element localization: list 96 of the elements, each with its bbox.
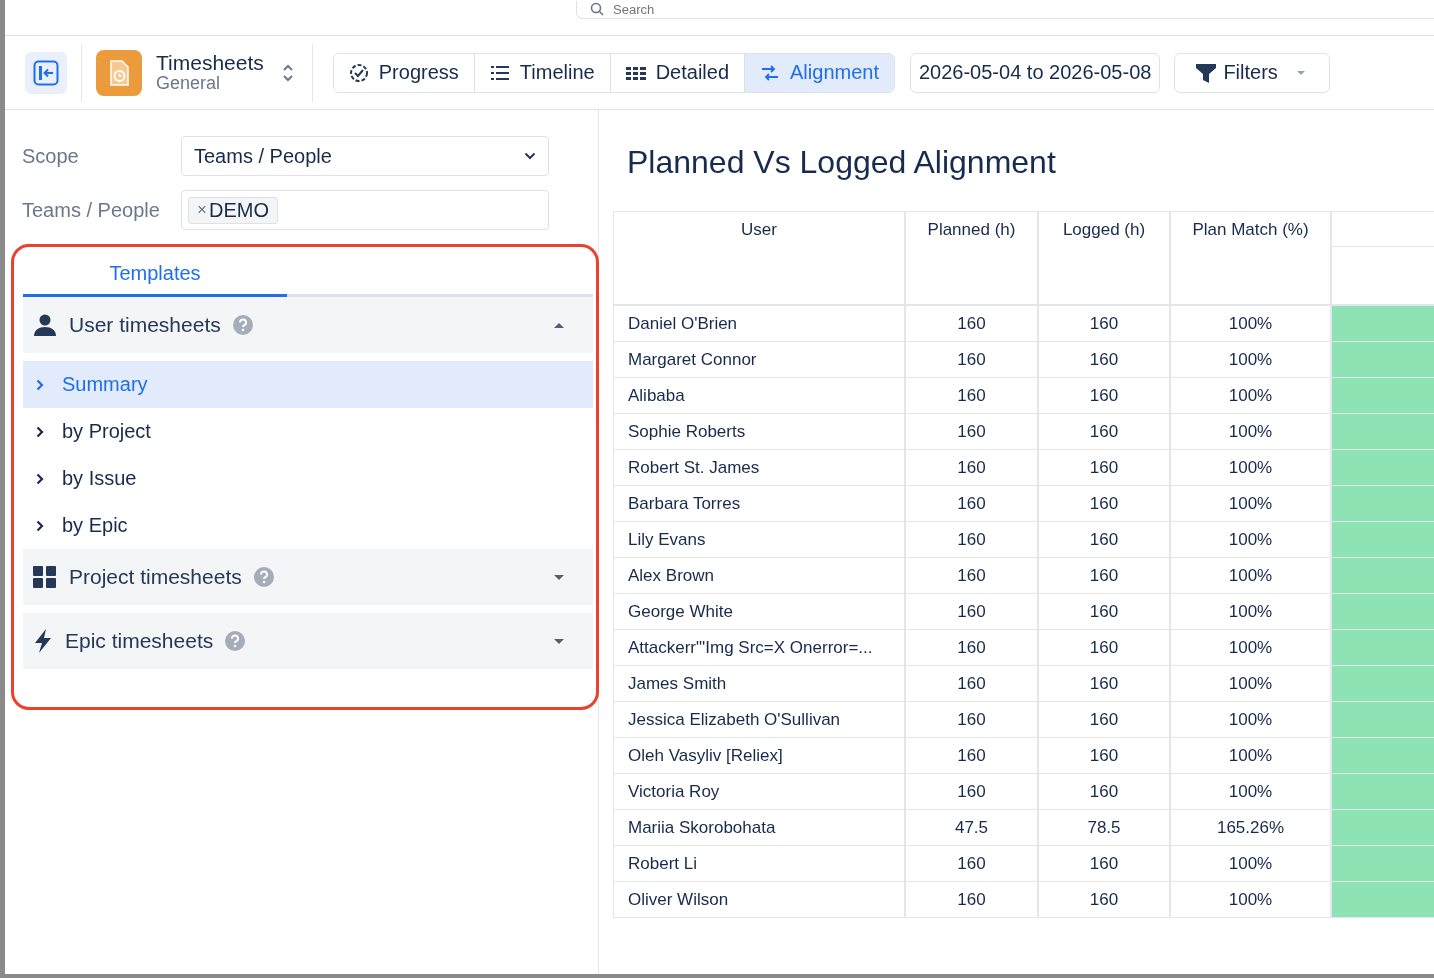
- people-field[interactable]: ×DEMO: [181, 190, 549, 230]
- table-cell: 160: [1039, 666, 1171, 701]
- table-cell: Attackerr"'Img Src=X Onerror=...: [614, 630, 906, 665]
- table-cell: 160: [1039, 738, 1171, 773]
- table-cell: 160: [906, 306, 1039, 341]
- swap-arrows-icon: [760, 62, 781, 83]
- table-cell: Alex Brown: [614, 558, 906, 593]
- table-cell: 160: [906, 558, 1039, 593]
- template-item[interactable]: by Issue: [23, 455, 593, 502]
- chevron-down-icon: [524, 152, 536, 160]
- table-cell: 160: [1039, 558, 1171, 593]
- column-header: Planned (h): [906, 212, 1039, 304]
- table-cell: Robert St. James: [614, 450, 906, 485]
- table-cell: 160: [906, 378, 1039, 413]
- filters-button[interactable]: Filters: [1174, 52, 1331, 93]
- chevron-right-icon: [36, 378, 44, 391]
- caret-up-icon: [553, 321, 565, 329]
- person-icon: [33, 313, 57, 337]
- progress-check-icon: [348, 62, 369, 83]
- date-range-button[interactable]: 2026-05-04 to 2026-05-08: [909, 52, 1161, 93]
- table-cell: Oliver Wilson: [614, 882, 906, 917]
- table-cell: 160: [906, 414, 1039, 449]
- table-cell: 47.5: [906, 810, 1039, 845]
- table-cell: Robert Li: [614, 846, 906, 881]
- table-cell: 160: [1039, 522, 1171, 557]
- table-cell: Victoria Roy: [614, 774, 906, 809]
- table-cell: 160: [1039, 702, 1171, 737]
- template-item[interactable]: by Project: [23, 408, 593, 455]
- template-item[interactable]: by Epic: [23, 502, 593, 549]
- table-cell: 160: [1039, 882, 1171, 917]
- table-cell: George White: [614, 594, 906, 629]
- table-cell: Alibaba: [614, 378, 906, 413]
- table-cell: Jessica Elizabeth O'Sullivan: [614, 702, 906, 737]
- table-cell: 160: [906, 774, 1039, 809]
- grid-icon: [33, 565, 57, 589]
- table-cell: 160: [906, 846, 1039, 881]
- caret-down-icon: [553, 637, 565, 645]
- caret-down-icon: [553, 573, 565, 581]
- search-field[interactable]: Search: [576, 1, 1434, 19]
- table-cell: Lily Evans: [614, 522, 906, 557]
- table-cell: 160: [1039, 342, 1171, 377]
- app-subtitle: General: [156, 74, 222, 94]
- timesheet-app-icon: [96, 49, 142, 96]
- table-cell: James Smith: [614, 666, 906, 701]
- table-cell: Daniel O'Brien: [614, 306, 906, 341]
- table-cell: 160: [1039, 486, 1171, 521]
- view-tab[interactable]: Progress: [333, 53, 475, 92]
- table-cell: Mariia Skorobohata: [614, 810, 906, 845]
- field-label: Scope: [22, 144, 80, 168]
- accordion-header[interactable]: User timesheets: [23, 297, 593, 353]
- table-cell: 160: [906, 486, 1039, 521]
- table-cell: 160: [906, 630, 1039, 665]
- table-cell: 160: [906, 666, 1039, 701]
- help-icon: [225, 631, 246, 651]
- accordion-header[interactable]: Project timesheets: [23, 549, 593, 605]
- app-title: Timesheets: [156, 51, 264, 75]
- table-cell: 160: [1039, 414, 1171, 449]
- accordion-header[interactable]: Epic timesheets: [23, 613, 593, 669]
- table-cell: Sophie Roberts: [614, 414, 906, 449]
- table-cell: 160: [906, 738, 1039, 773]
- table-cell: 160: [1039, 378, 1171, 413]
- scope-select[interactable]: Teams / People: [181, 136, 549, 176]
- table-cell: 160: [906, 522, 1039, 557]
- table-cell: 160: [1039, 846, 1171, 881]
- table-cell: 160: [906, 702, 1039, 737]
- view-tab[interactable]: Alignment: [745, 53, 894, 92]
- report-title: Planned Vs Logged Alignment: [627, 144, 1057, 181]
- chevron-right-icon: [36, 472, 44, 485]
- field-label: Teams / People: [22, 198, 161, 222]
- column-header: Logged (h): [1039, 212, 1171, 304]
- table-cell: 160: [1039, 306, 1171, 341]
- table-cell: 78.5: [1039, 810, 1171, 845]
- chevron-right-icon: [36, 519, 44, 532]
- table-cell: 160: [1039, 774, 1171, 809]
- table-cell: 160: [906, 450, 1039, 485]
- collapse-sidebar-button[interactable]: [25, 51, 67, 94]
- column-header: User: [614, 212, 906, 304]
- table-cell: 160: [1039, 630, 1171, 665]
- table-cell: 160: [906, 342, 1039, 377]
- help-icon: [253, 567, 274, 587]
- table-cell: 160: [906, 594, 1039, 629]
- tag-chip[interactable]: ×DEMO: [188, 196, 278, 224]
- lightning-icon: [33, 629, 53, 653]
- template-item[interactable]: Summary: [23, 361, 593, 408]
- filter-icon: [1195, 61, 1218, 84]
- table-cell: 160: [1039, 594, 1171, 629]
- table-cell: Oleh Vasyliv [Reliex]: [614, 738, 906, 773]
- caret-down-icon: [1295, 69, 1306, 76]
- table-cell: Margaret Connor: [614, 342, 906, 377]
- chevron-right-icon: [36, 425, 44, 438]
- help-icon: [232, 315, 253, 335]
- table-cell: 160: [1039, 450, 1171, 485]
- table-cell: Barbara Torres: [614, 486, 906, 521]
- table-cell: 160: [906, 882, 1039, 917]
- sidebar-collapse-icon: [33, 59, 59, 86]
- column-header: Plan Match (%): [1171, 212, 1332, 304]
